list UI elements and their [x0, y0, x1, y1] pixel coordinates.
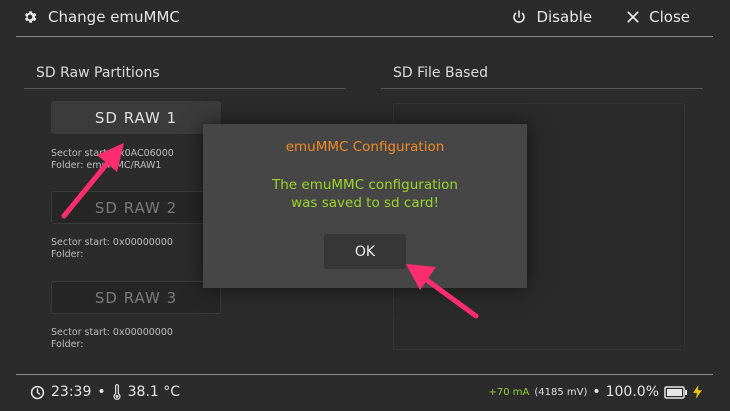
separator: •	[97, 384, 106, 400]
dialog-message-line-2: was saved to sd card!	[291, 195, 439, 211]
raw-2-sector-start: Sector start: 0x00000000	[51, 237, 173, 248]
thermometer-icon	[112, 384, 122, 400]
left-section-divider	[24, 88, 346, 89]
gear-icon	[22, 9, 38, 25]
disable-button[interactable]: Disable	[511, 8, 592, 26]
sd-file-based-title: SD File Based	[393, 65, 488, 81]
ok-button[interactable]: OK	[324, 234, 406, 269]
raw-3-folder: Folder:	[51, 339, 84, 350]
clock-icon	[30, 385, 45, 400]
dialog-message-line-1: The emuMMC configuration	[272, 177, 458, 193]
raw-2-folder: Folder:	[51, 249, 84, 260]
battery-percent: 100.0%	[605, 384, 659, 400]
power-icon	[511, 9, 527, 25]
voltage-reading: (4185 mV)	[534, 386, 588, 398]
raw-1-sector-start: Sector start: 0x0AC06000	[51, 148, 174, 159]
footer-divider	[16, 374, 713, 375]
separator: •	[592, 384, 601, 400]
close-icon	[626, 10, 640, 24]
close-button[interactable]: Close	[626, 8, 690, 26]
status-left: 23:39 • 38.1 °C	[30, 384, 180, 400]
config-saved-dialog: emuMMC Configuration The emuMMC configur…	[203, 124, 527, 288]
sd-raw-1-button[interactable]: SD RAW 1	[51, 101, 221, 134]
dialog-message: The emuMMC configuration was saved to sd…	[203, 176, 527, 212]
disable-label: Disable	[536, 8, 593, 26]
title-text: Change emuMMC	[48, 8, 180, 26]
top-bar: Change emuMMC Disable Close	[0, 0, 730, 37]
close-label: Close	[649, 8, 690, 26]
sd-raw-3-button[interactable]: SD RAW 3	[51, 281, 221, 314]
current-reading: +70 mA	[488, 386, 530, 398]
sd-raw-2-button[interactable]: SD RAW 2	[51, 191, 221, 224]
right-section-divider	[381, 88, 703, 89]
window-title: Change emuMMC	[22, 8, 180, 26]
raw-1-folder: Folder: emuMMC/RAW1	[51, 160, 162, 171]
charging-bolt-icon	[693, 385, 702, 399]
status-right: +70 mA (4185 mV) • 100.0%	[488, 384, 702, 400]
temperature-reading: 38.1 °C	[127, 384, 181, 400]
raw-3-sector-start: Sector start: 0x00000000	[51, 327, 173, 338]
sd-raw-partitions-title: SD Raw Partitions	[36, 65, 160, 81]
header-divider	[16, 36, 713, 37]
clock-time: 23:39	[51, 384, 92, 400]
dialog-title: emuMMC Configuration	[285, 139, 445, 155]
battery-icon	[664, 385, 688, 399]
